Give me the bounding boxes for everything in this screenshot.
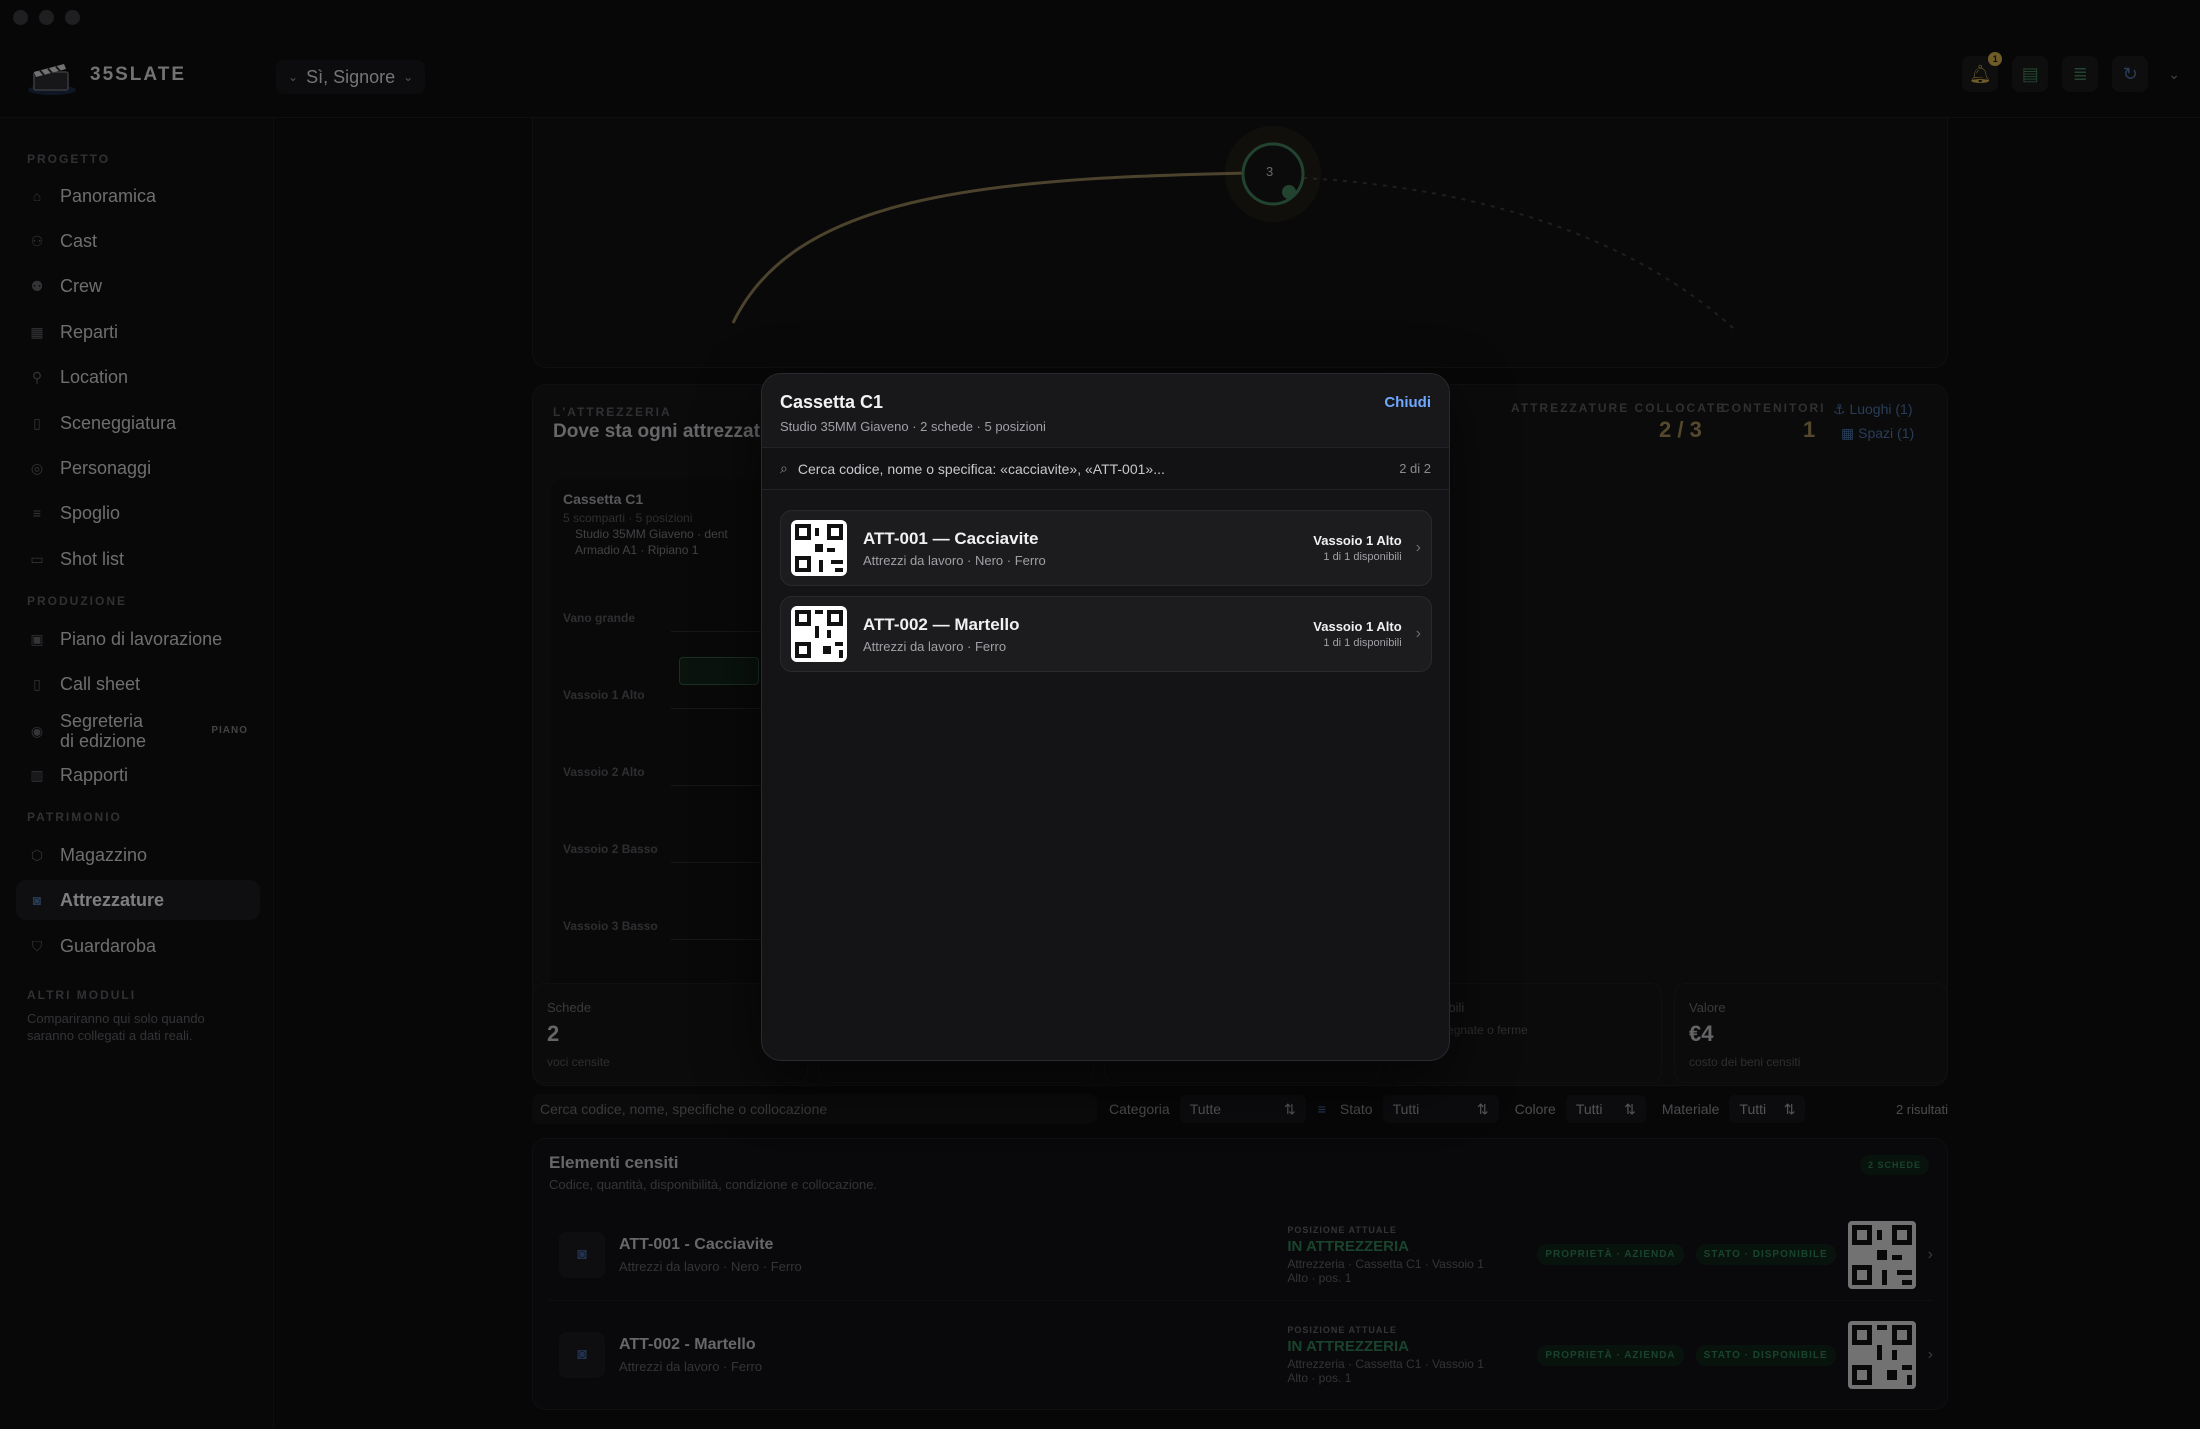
modal-subtitle: Studio 35MM Giaveno · 2 schede · 5 posiz… xyxy=(780,419,1046,434)
search-icon: ⌕ xyxy=(780,460,788,476)
cassetta-modal: Cassetta C1 Studio 35MM Giaveno · 2 sche… xyxy=(761,373,1450,1061)
modal-item[interactable]: ATT-002 — Martello Attrezzi da lavoro · … xyxy=(780,596,1432,672)
modal-title: Cassetta C1 xyxy=(780,392,884,412)
item-subtitle: Attrezzi da lavoro · Ferro xyxy=(863,638,1007,654)
chevron-right-icon: › xyxy=(1415,625,1421,642)
chevron-right-icon: › xyxy=(1415,539,1421,556)
close-button[interactable]: Chiudi xyxy=(1384,394,1431,411)
item-title: ATT-001 — Cacciavite xyxy=(863,528,1039,548)
qr-code-icon xyxy=(791,520,847,576)
item-slot: Vassoio 1 Alto xyxy=(1313,533,1402,548)
item-availability: 1 di 1 disponibili xyxy=(1323,637,1402,649)
item-availability: 1 di 1 disponibili xyxy=(1323,551,1402,563)
qr-code-icon xyxy=(791,606,847,662)
item-slot: Vassoio 1 Alto xyxy=(1313,619,1402,634)
modal-header: Cassetta C1 Studio 35MM Giaveno · 2 sche… xyxy=(762,374,1449,448)
app-window: 35SLATE ⌄ Sì, Signore ⌄ 🔔︎ 1 ▤ ≣ ↻ ⌄ PRO… xyxy=(0,0,2200,1429)
result-count: 2 di 2 xyxy=(1399,461,1431,476)
item-subtitle: Attrezzi da lavoro · Nero · Ferro xyxy=(863,552,1046,568)
modal-search[interactable]: ⌕ Cerca codice, nome o specifica: «cacci… xyxy=(762,448,1449,490)
modal-item[interactable]: ATT-001 — Cacciavite Attrezzi da lavoro … xyxy=(780,510,1432,586)
item-title: ATT-002 — Martello xyxy=(863,614,1020,634)
modal-search-input[interactable]: Cerca codice, nome o specifica: «cacciav… xyxy=(798,461,1165,477)
